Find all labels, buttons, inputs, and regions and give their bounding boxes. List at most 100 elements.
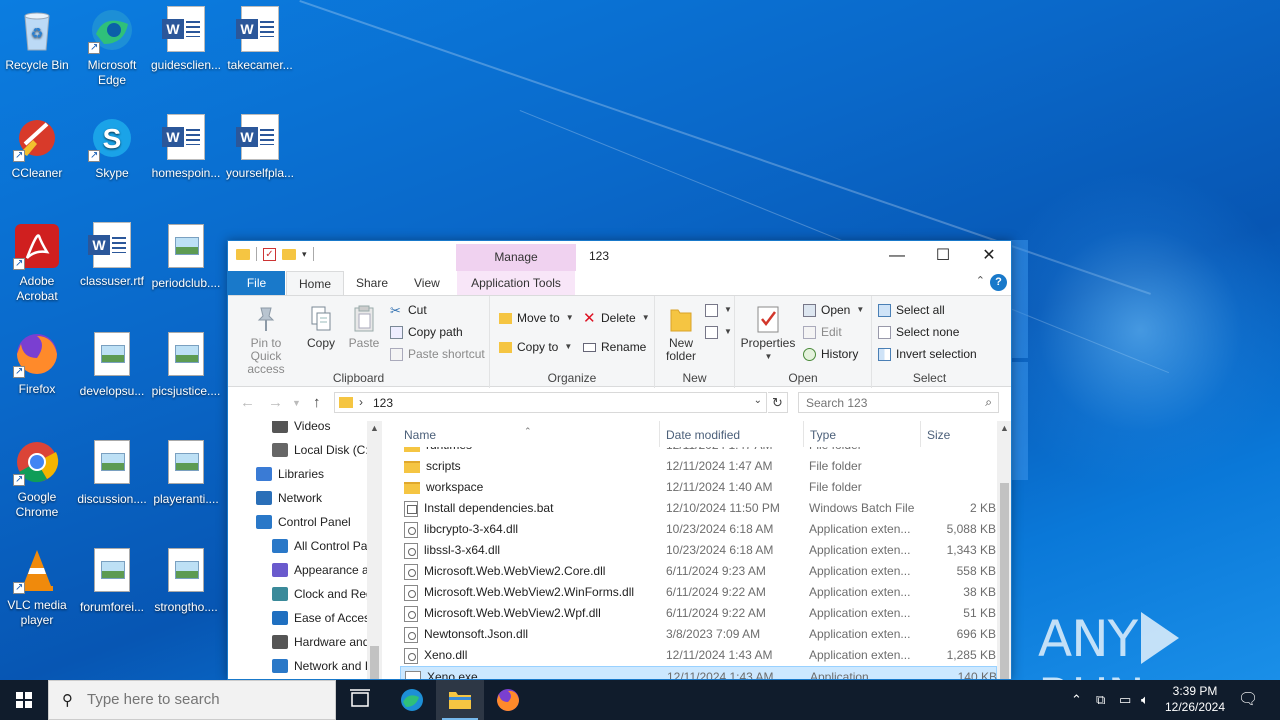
copy-to-button[interactable]: Copy to ▼	[499, 337, 572, 357]
history-button[interactable]: History	[803, 344, 858, 364]
taskbar-firefox-button[interactable]	[484, 680, 532, 720]
nav-item[interactable]: Network	[256, 486, 322, 510]
desktop-icon[interactable]: Firefox	[0, 330, 75, 397]
tab-application-tools[interactable]: Application Tools	[457, 271, 575, 295]
file-row[interactable]: Microsoft.Web.WebView2.Wpf.dll 6/11/2024 …	[400, 603, 997, 624]
minimize-button[interactable]: —	[874, 241, 920, 271]
desktop-icon[interactable]: ♻ Recycle Bin	[0, 6, 75, 73]
nav-item[interactable]: All Control Par	[272, 534, 371, 558]
desktop-icon[interactable]: Wguidesclien...	[148, 6, 224, 73]
breadcrumb-chevron-icon[interactable]: ›	[359, 395, 363, 409]
desktop-icon[interactable]: S Skype	[74, 114, 150, 181]
taskbar-edge-button[interactable]	[388, 680, 436, 720]
tab-manage[interactable]: Manage	[456, 244, 576, 271]
copy-path-button[interactable]: Copy path	[390, 322, 463, 342]
select-none-button[interactable]: Select none	[878, 322, 959, 342]
desktop-icon[interactable]: CCleaner	[0, 114, 75, 181]
paste-shortcut-button[interactable]: Paste shortcut	[390, 344, 485, 364]
rename-button[interactable]: Rename	[583, 337, 646, 357]
select-all-button[interactable]: Select all	[878, 300, 945, 320]
meet-now-icon[interactable]: ⧉	[1096, 680, 1105, 720]
file-row[interactable]: libssl-3-x64.dll 10/23/2024 6:18 AM Applic…	[400, 540, 997, 561]
file-row[interactable]: Microsoft.Web.WebView2.WinForms.dll 6/11/…	[400, 582, 997, 603]
tab-file[interactable]: File	[228, 271, 285, 295]
file-row[interactable]: Install dependencies.bat 12/10/2024 11:50…	[400, 498, 997, 519]
collapse-ribbon-icon[interactable]: ⌃	[976, 274, 985, 287]
desktop-icon[interactable]: Wtakecamer...	[222, 6, 298, 73]
nav-item[interactable]: Network and Ir	[272, 654, 372, 678]
file-list-scrollbar[interactable]: ▲	[997, 421, 1011, 679]
delete-button[interactable]: ✕ Delete ▼	[583, 308, 650, 328]
file-row[interactable]: Newtonsoft.Json.dll 3/8/2023 7:09 AM Appli…	[400, 624, 997, 645]
file-row[interactable]: Xeno.exe 12/11/2024 1:43 AM Application 140…	[400, 666, 997, 679]
maximize-button[interactable]: ☐	[920, 241, 966, 271]
column-header-date[interactable]: Date modified	[662, 421, 804, 447]
refresh-icon[interactable]: ↻	[768, 392, 788, 413]
desktop-icon[interactable]: forumforei...	[74, 546, 150, 615]
desktop-icon[interactable]: periodclub....	[148, 222, 224, 291]
task-view-button[interactable]	[336, 680, 384, 720]
desktop-icon[interactable]: Wyourselfpla...	[222, 114, 298, 181]
tab-share[interactable]: Share	[344, 271, 400, 295]
customize-qat-icon[interactable]: ▾	[302, 249, 307, 260]
file-row[interactable]: Xeno.dll 12/11/2024 1:43 AM Application ex…	[400, 645, 997, 666]
nav-pane-scrollbar[interactable]: ▲	[367, 421, 382, 679]
new-folder-qat-icon[interactable]	[282, 248, 296, 260]
nav-item[interactable]: Libraries	[256, 462, 324, 486]
invert-selection-button[interactable]: Invert selection	[878, 344, 977, 364]
nav-item[interactable]: Hardware and	[272, 630, 369, 654]
tab-view[interactable]: View	[402, 271, 452, 295]
move-to-button[interactable]: Move to ▼	[499, 308, 574, 328]
cut-button[interactable]: ✂ Cut	[390, 300, 427, 320]
desktop-icon[interactable]: strongtho....	[148, 546, 224, 615]
column-header-name[interactable]: Name ⌃	[400, 421, 660, 447]
taskbar-clock[interactable]: 3:39 PM 12/26/2024	[1161, 683, 1229, 715]
paste-button[interactable]: Paste	[344, 304, 384, 350]
notifications-icon[interactable]: 🗨︎	[1238, 680, 1258, 720]
desktop-icon[interactable]: discussion....	[74, 438, 150, 507]
scroll-up-icon[interactable]: ▲	[1000, 423, 1009, 433]
column-header-type[interactable]: Type	[806, 421, 921, 447]
new-folder-button[interactable]: New folder	[661, 304, 701, 363]
desktop-icon[interactable]: Whomespoin...	[148, 114, 224, 181]
desktop-icon[interactable]: Adobe Acrobat	[0, 222, 75, 304]
start-button[interactable]	[0, 680, 48, 720]
breadcrumb[interactable]: 123	[373, 396, 393, 410]
taskbar-search-box[interactable]: ⚲	[48, 680, 336, 720]
scrollbar-thumb[interactable]	[370, 646, 379, 679]
desktop-icon[interactable]: Google Chrome	[0, 438, 75, 520]
help-icon[interactable]: ?	[990, 274, 1007, 291]
network-icon[interactable]: ▭	[1119, 680, 1131, 720]
nav-item[interactable]: Control Panel	[256, 510, 351, 534]
edit-button[interactable]: Edit	[803, 322, 842, 342]
desktop-icon[interactable]: picsjustice....	[148, 330, 224, 399]
back-arrow-icon[interactable]: ←	[240, 394, 255, 411]
desktop-icon[interactable]: developsu...	[74, 330, 150, 399]
copy-button[interactable]: Copy	[304, 304, 338, 350]
desktop-icon[interactable]: playeranti....	[148, 438, 224, 507]
easy-access-button[interactable]: ▼	[705, 322, 732, 342]
nav-item[interactable]: Videos	[272, 421, 330, 438]
pin-quick-access-button[interactable]: Pin to Quick access	[234, 304, 298, 376]
nav-item[interactable]: Appearance an	[272, 558, 375, 582]
taskbar-search-input[interactable]	[87, 691, 327, 708]
address-dropdown-icon[interactable]: ⌄	[754, 395, 762, 406]
nav-item[interactable]: Clock and Regi	[272, 582, 375, 606]
up-arrow-icon[interactable]: ↑	[313, 394, 321, 411]
taskbar-file-explorer-button[interactable]	[436, 680, 484, 720]
forward-arrow-icon[interactable]: →	[268, 394, 283, 411]
file-row[interactable]: libcrypto-3-x64.dll 10/23/2024 6:18 AM App…	[400, 519, 997, 540]
search-input[interactable]	[799, 393, 969, 412]
show-hidden-icons-chevron-icon[interactable]: ⌃	[1071, 680, 1082, 720]
new-item-button[interactable]: ▼	[705, 300, 732, 320]
properties-qat-icon[interactable]: ✓	[263, 247, 276, 261]
column-header-size[interactable]: Size	[923, 421, 997, 447]
desktop-icon[interactable]: VLC media player	[0, 546, 75, 628]
file-row[interactable]: Microsoft.Web.WebView2.Core.dll 6/11/2024…	[400, 561, 997, 582]
nav-item[interactable]: Local Disk (C:)	[272, 438, 373, 462]
open-button[interactable]: Open ▼	[803, 300, 864, 320]
search-box[interactable]: ⌕	[798, 392, 999, 413]
properties-button[interactable]: Properties ▼	[737, 304, 799, 363]
volume-icon[interactable]: 🔈︎	[1141, 680, 1149, 720]
recent-locations-chevron-icon[interactable]: ▼	[292, 398, 301, 408]
